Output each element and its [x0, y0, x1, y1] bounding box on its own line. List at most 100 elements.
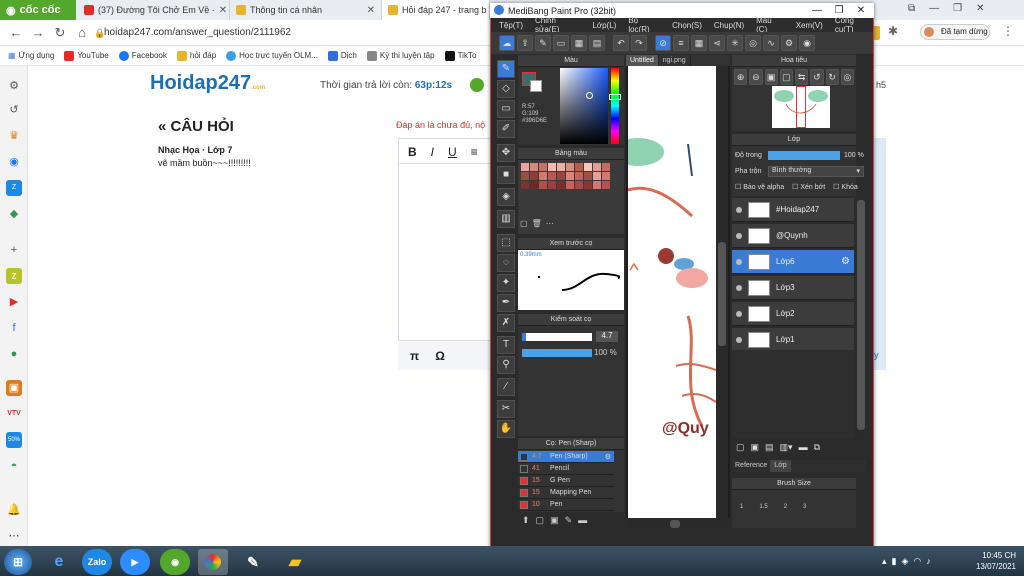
italic-button[interactable]: I: [431, 145, 434, 159]
palette-swatch[interactable]: [593, 181, 601, 189]
hue-handle[interactable]: [609, 94, 621, 100]
eraser-tool-icon[interactable]: ◇: [497, 80, 515, 98]
opacity-slider[interactable]: [522, 349, 592, 357]
palette-swatch[interactable]: [539, 163, 547, 171]
fill-rect-icon[interactable]: ■: [497, 166, 515, 184]
wand-tool-icon[interactable]: ✦: [497, 274, 515, 292]
snap-vanish-icon[interactable]: ⋖: [709, 35, 725, 51]
size-preset[interactable]: 3: [803, 504, 806, 528]
delete-palette-icon[interactable]: 🗑: [532, 219, 542, 228]
snap-curve-icon[interactable]: ∿: [763, 35, 779, 51]
layer-row[interactable]: Lớp2: [732, 302, 854, 326]
size-preset[interactable]: 1: [740, 504, 743, 528]
zalo-icon[interactable]: Z: [6, 180, 22, 196]
palette-swatch[interactable]: [521, 163, 529, 171]
pin-icon[interactable]: ⧉: [908, 3, 915, 17]
brush-settings-icon[interactable]: ⚙: [605, 453, 614, 461]
brush-item[interactable]: 15 Mapping Pen: [518, 487, 614, 499]
hue-slider[interactable]: [611, 68, 619, 144]
color-picker-handle[interactable]: [586, 92, 593, 99]
snap-settings-icon[interactable]: ◉: [799, 35, 815, 51]
facebook-rail-icon[interactable]: f: [6, 320, 22, 336]
zoom-out-icon[interactable]: ⊖: [749, 69, 763, 85]
hscroll-thumb[interactable]: [670, 520, 680, 528]
palette-swatch[interactable]: [575, 163, 583, 171]
gradient-tool-icon[interactable]: ▥: [497, 210, 515, 228]
add-layer-menu-icon[interactable]: ▥▾: [780, 442, 793, 456]
new-halftone-layer-icon[interactable]: ▣: [751, 442, 760, 456]
layer-opacity-slider[interactable]: [768, 151, 840, 160]
new-brush-icon[interactable]: ▢: [536, 515, 545, 526]
navigator-thumbnail[interactable]: [772, 86, 830, 128]
shop-icon[interactable]: ▣: [6, 380, 22, 396]
size-preset[interactable]: 2: [784, 504, 787, 528]
dot-tool-icon[interactable]: ✐: [497, 120, 515, 138]
canvas-hscrollbar[interactable]: [626, 518, 730, 530]
profile-button[interactable]: Đã tạm dừng: [920, 24, 990, 40]
tab-youtube[interactable]: (37) Đường Tôi Chở Em Về · ✕: [78, 0, 230, 20]
visibility-icon[interactable]: [736, 336, 742, 343]
pi-button[interactable]: π: [410, 349, 419, 363]
color-saturation-square[interactable]: [560, 68, 608, 144]
hoidap-logo[interactable]: Hoidap247.com: [150, 72, 265, 95]
bookmark-translate[interactable]: Dịch: [327, 50, 357, 61]
bookmark-hoidap[interactable]: hỏi đáp: [176, 50, 216, 61]
select-eraser-icon[interactable]: ✗: [497, 314, 515, 332]
layer-scroll-thumb[interactable]: [857, 200, 865, 430]
more-icon[interactable]: ⋯: [6, 528, 22, 544]
palette-swatch[interactable]: [521, 172, 529, 180]
bookmark-apps[interactable]: ▦ Ứng dụng: [8, 51, 54, 60]
new-layer-icon[interactable]: ▢: [736, 442, 745, 456]
zoom-taskbar-icon[interactable]: ▶: [120, 549, 150, 575]
canvas-tab-ngi[interactable]: ngi.png: [659, 55, 691, 66]
canvas-vscrollbar[interactable]: [716, 66, 728, 518]
menu-view[interactable]: Xem(V): [796, 21, 823, 30]
puzzle-icon[interactable]: ✱: [888, 24, 898, 38]
snap-cross-icon[interactable]: ▦: [691, 35, 707, 51]
reset-rotate-icon[interactable]: ◎: [840, 69, 854, 85]
visibility-icon[interactable]: [736, 232, 742, 239]
palette-options-icon[interactable]: ⋯: [546, 219, 554, 228]
visibility-icon[interactable]: [736, 284, 742, 291]
lasso-tool-icon[interactable]: ◌: [497, 254, 515, 272]
close-icon[interactable]: ✕: [219, 5, 227, 16]
palette-swatch[interactable]: [584, 172, 592, 180]
brush-folder-icon[interactable]: ▬: [578, 515, 587, 525]
add-palette-icon[interactable]: ▢: [520, 219, 528, 228]
tray-expand-icon[interactable]: ▴: [882, 556, 887, 568]
rect-select-icon[interactable]: ▭: [497, 100, 515, 118]
omega-button[interactable]: Ω: [435, 349, 445, 363]
snap-gear-icon[interactable]: ⚙: [781, 35, 797, 51]
undo-icon[interactable]: ↶: [613, 35, 629, 51]
palette-swatch[interactable]: [575, 181, 583, 189]
palette-swatch[interactable]: [602, 172, 610, 180]
mb-minimize-icon[interactable]: —: [806, 3, 828, 18]
rotate-right-icon[interactable]: ↻: [825, 69, 839, 85]
palette-swatch[interactable]: [530, 181, 538, 189]
clock[interactable]: 10:45 CH 13/07/2021: [960, 550, 1016, 572]
sale-icon[interactable]: 50%: [6, 432, 22, 448]
save-icon[interactable]: ▭: [553, 35, 569, 51]
maximize-icon[interactable]: ❐: [953, 3, 962, 17]
settings-icon[interactable]: ⚙: [6, 78, 22, 94]
secondary-color-swatch[interactable]: [530, 80, 542, 92]
flip-icon[interactable]: ⇆: [795, 69, 809, 85]
close-window-icon[interactable]: ✕: [976, 3, 984, 17]
upload-icon[interactable]: ⇪: [517, 35, 533, 51]
brush-item[interactable]: 41 Pencil: [518, 463, 614, 475]
add-icon[interactable]: +: [6, 242, 22, 258]
navigator-viewport[interactable]: [796, 86, 806, 128]
tab-layer[interactable]: Lớp: [770, 460, 791, 472]
palette-swatch[interactable]: [575, 172, 583, 180]
snap-parallel-icon[interactable]: ≡: [673, 35, 689, 51]
palette-swatch[interactable]: [548, 163, 556, 171]
fit-icon[interactable]: ▣: [764, 69, 778, 85]
zoom-in-icon[interactable]: ⊕: [734, 69, 748, 85]
size-value[interactable]: 4.7: [596, 331, 618, 342]
new-1bit-layer-icon[interactable]: ▤: [765, 442, 774, 456]
underline-button[interactable]: U: [448, 145, 457, 159]
upload-brush-icon[interactable]: ⬆: [522, 515, 530, 526]
folder-icon[interactable]: ▬: [799, 442, 808, 456]
answer-editor[interactable]: [398, 138, 494, 370]
back-icon[interactable]: ←: [8, 25, 24, 41]
